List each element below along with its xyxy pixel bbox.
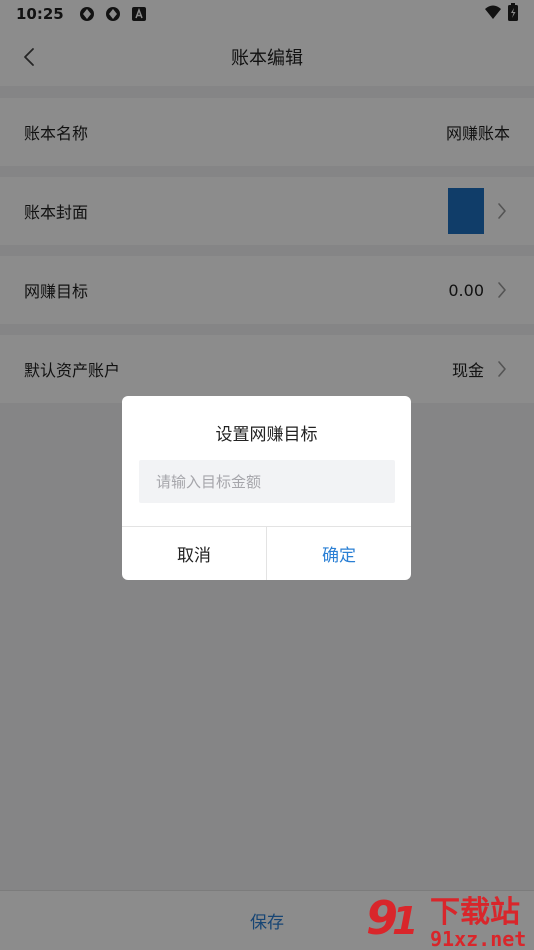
svg-text:91xz.net: 91xz.net [430, 927, 526, 950]
dialog-title: 设置网赚目标 [215, 425, 318, 445]
set-target-dialog: 设置网赚目标 取消 确定 [122, 396, 411, 580]
confirm-button[interactable]: 确定 [267, 527, 411, 580]
svg-text:下载站: 下载站 [430, 895, 520, 930]
cancel-button[interactable]: 取消 [122, 527, 267, 580]
watermark-logo: 9 1 下载站 91xz.net [366, 888, 534, 950]
dialog-buttons: 取消 确定 [122, 526, 411, 580]
svg-text:1: 1 [392, 899, 418, 943]
target-amount-input[interactable] [139, 460, 395, 503]
